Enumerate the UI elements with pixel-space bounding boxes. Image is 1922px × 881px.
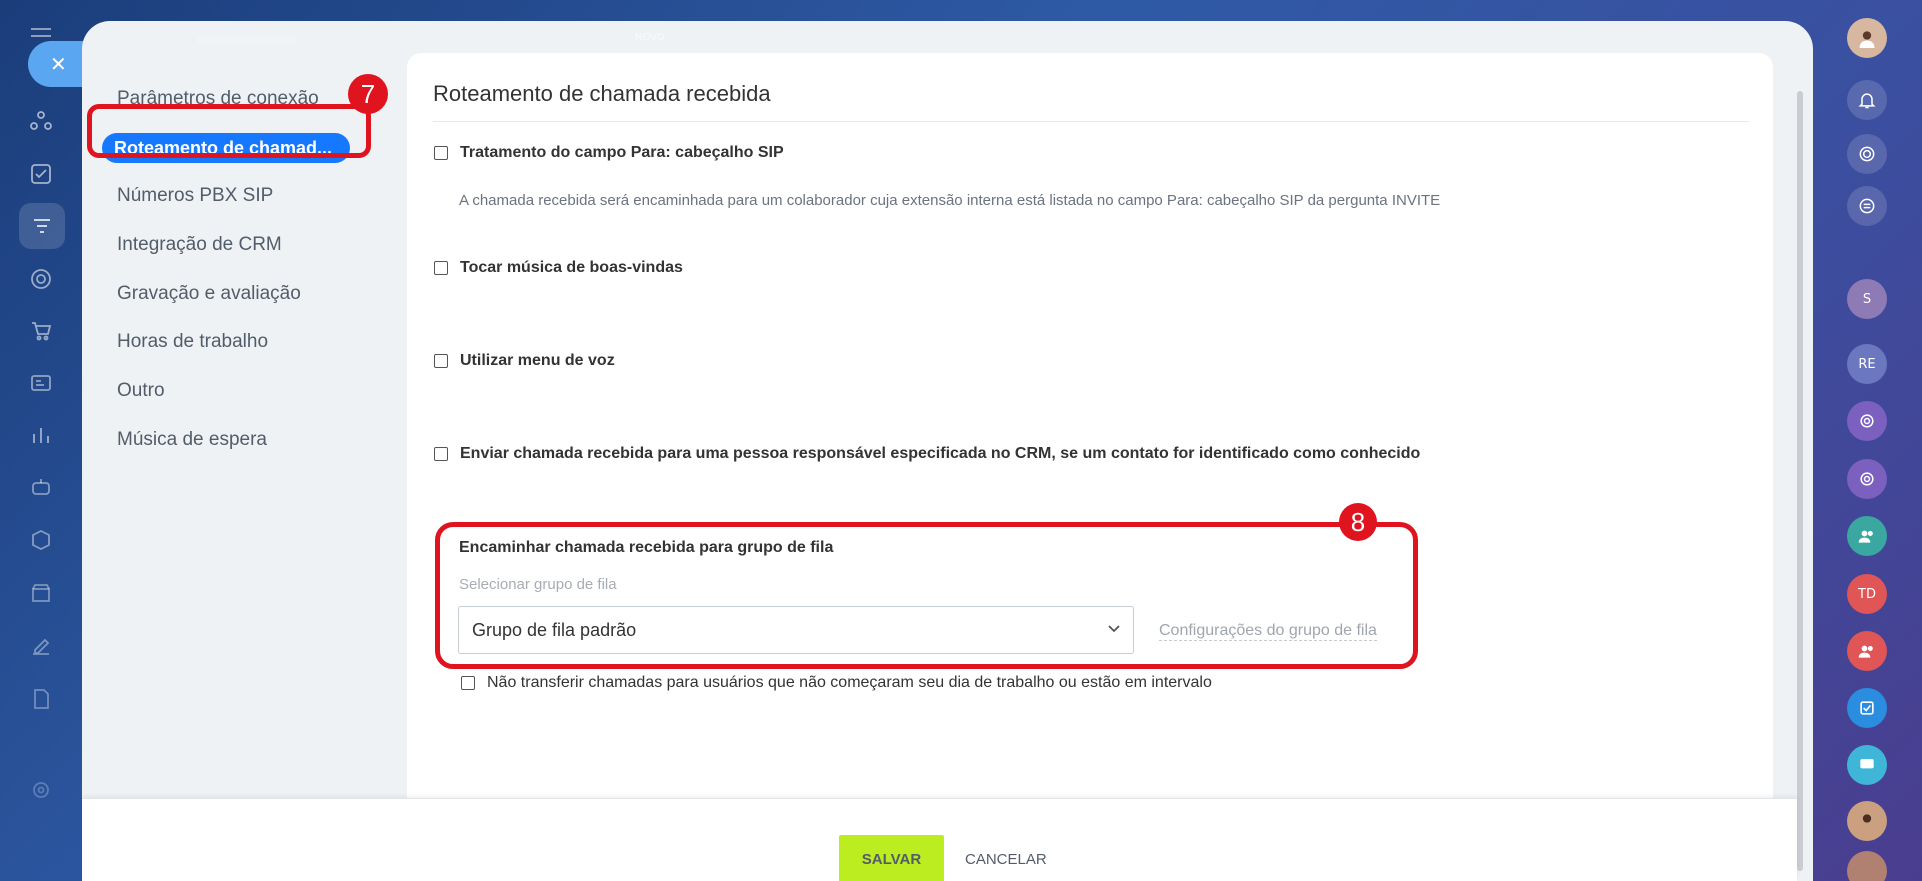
nav-item-crm-integration[interactable]: Integração de CRM [117,229,282,261]
avatar-s[interactable]: S [1847,279,1887,319]
title-divider [433,121,1749,122]
feed-icon[interactable] [26,106,56,136]
no-transfer-checkbox[interactable] [461,676,475,690]
target-icon[interactable] [26,264,56,294]
channel-avatar-2[interactable] [1847,459,1887,499]
nav-item-pbx-numbers[interactable]: Números PBX SIP [117,180,273,212]
option-no-transfer[interactable]: Não transferir chamadas para usuários qu… [461,674,1212,692]
cart-icon[interactable] [26,316,56,346]
top-ghost-label: NOVO [635,32,665,43]
avatar-re[interactable]: RE [1847,344,1887,384]
analytics-icon[interactable] [26,420,56,450]
crm-responsible-label: Enviar chamada recebida para uma pessoa … [460,445,1421,462]
step-8-badge: 8 [1339,503,1377,541]
nav-item-hold-music[interactable]: Música de espera [117,424,267,456]
voice-menu-checkbox[interactable] [434,354,448,368]
footer-actions: SALVAR CANCELAR [82,798,1797,881]
chat-avatar[interactable] [1847,745,1887,785]
save-button[interactable]: SALVAR [839,835,944,881]
tasks-icon[interactable] [26,159,56,189]
main-content: Roteamento de chamada recebida Tratament… [407,53,1773,813]
tasks-avatar[interactable] [1847,688,1887,728]
chat-transfer-icon[interactable] [1847,186,1887,226]
contact-card-icon[interactable] [26,368,56,398]
copilot-icon[interactable] [1847,134,1887,174]
crm-responsible-checkbox[interactable] [434,447,448,461]
step-7-highlight [87,104,371,158]
avatar-s-initial: S [1862,291,1872,307]
top-ghost-bar [197,35,297,45]
edit-icon[interactable] [26,631,56,661]
cancel-button[interactable]: CANCELAR [965,835,1047,881]
scrollbar[interactable] [1797,91,1803,871]
menu-icon[interactable] [31,28,51,42]
option-sip-header[interactable]: Tratamento do campo Para: cabeçalho SIP [434,144,784,162]
voice-menu-label: Utilizar menu de voz [460,352,615,369]
store-icon[interactable] [26,578,56,608]
settings-icon[interactable] [26,775,56,805]
right-bar: S RE TD [1812,0,1922,881]
user-avatar[interactable] [1847,18,1887,58]
avatar-re-initials: RE [1858,356,1876,372]
no-transfer-label: Não transferir chamadas para usuários qu… [487,674,1212,691]
bot-icon[interactable] [26,472,56,502]
step-8-highlight [435,522,1418,669]
nav-item-working-hours[interactable]: Horas de trabalho [117,326,268,358]
avatar-td[interactable]: TD [1847,574,1887,614]
page-title: Roteamento de chamada recebida [433,81,771,106]
settings-slider-panel: NOVO Parâmetros de conexão Roteamento de… [82,21,1813,881]
sip-header-label: Tratamento do campo Para: cabeçalho SIP [460,144,784,161]
person-avatar-1[interactable] [1847,801,1887,841]
sip-header-hint: A chamada recebida será encaminhada para… [459,192,1441,209]
option-crm-responsible[interactable]: Enviar chamada recebida para uma pessoa … [434,445,1420,463]
sip-header-checkbox[interactable] [434,146,448,160]
option-voice-menu[interactable]: Utilizar menu de voz [434,352,615,370]
box-icon[interactable] [26,525,56,555]
document-sign-icon[interactable] [26,684,56,714]
channel-avatar-1[interactable] [1847,401,1887,441]
welcome-music-label: Tocar música de boas-vindas [460,259,683,276]
crm-filter-icon[interactable] [19,203,65,249]
notifications-bell-icon[interactable] [1847,80,1887,120]
nav-item-recording-rating[interactable]: Gravação e avaliação [117,278,301,310]
nav-item-other[interactable]: Outro [117,375,165,407]
group-avatar-1[interactable] [1847,516,1887,556]
avatar-td-initials: TD [1858,586,1876,602]
step-7-badge: 7 [348,74,388,114]
welcome-music-checkbox[interactable] [434,261,448,275]
person-avatar-2[interactable] [1847,851,1887,881]
group-avatar-2[interactable] [1847,631,1887,671]
option-welcome-music[interactable]: Tocar música de boas-vindas [434,259,683,277]
left-app-bar: ✕ [0,0,100,881]
